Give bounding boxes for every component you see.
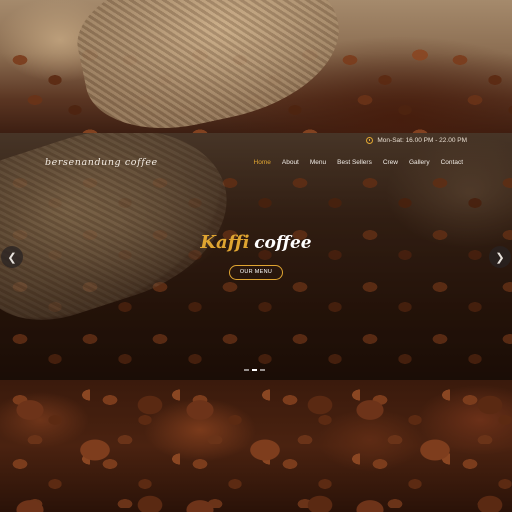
slider-pagination [244,369,265,371]
nav-home[interactable]: Home [254,159,271,166]
nav-best-sellers[interactable]: Best Sellers [337,159,372,166]
site-logo[interactable]: bersenandung coffee [45,157,158,168]
slider-dot[interactable] [260,369,265,371]
slider-prev-button[interactable]: ❮ [1,246,23,268]
slider-dot[interactable] [244,369,249,371]
opening-hours: Mon-Sat: 16.00 PM - 22.00 PM [366,137,467,144]
main-nav: Home About Menu Best Sellers Crew Galler… [254,159,463,166]
hero-title: Kaffi coffee [0,232,512,253]
hero-title-plain: coffee [254,233,312,253]
hero-title-script: Kaffi [200,232,250,253]
slider-next-button[interactable]: ❯ [489,246,511,268]
nav-contact[interactable]: Contact [441,159,463,166]
nav-about[interactable]: About [282,159,299,166]
coffee-beans-closeup [0,380,512,512]
nav-menu[interactable]: Menu [310,159,326,166]
hero-slider [0,133,512,380]
slider-dot-active[interactable] [252,369,257,371]
page: Mon-Sat: 16.00 PM - 22.00 PM bersenandun… [0,0,512,512]
background-top-image [0,0,512,133]
nav-gallery[interactable]: Gallery [409,159,430,166]
nav-crew[interactable]: Crew [383,159,398,166]
chevron-left-icon: ❮ [7,251,17,264]
chevron-right-icon: ❯ [495,251,505,264]
our-menu-button[interactable]: OUR MENU [229,265,283,280]
background-bottom-image [0,380,512,512]
opening-hours-text: Mon-Sat: 16.00 PM - 22.00 PM [377,137,467,144]
clock-icon [366,137,374,144]
hero-overlay [0,133,512,380]
